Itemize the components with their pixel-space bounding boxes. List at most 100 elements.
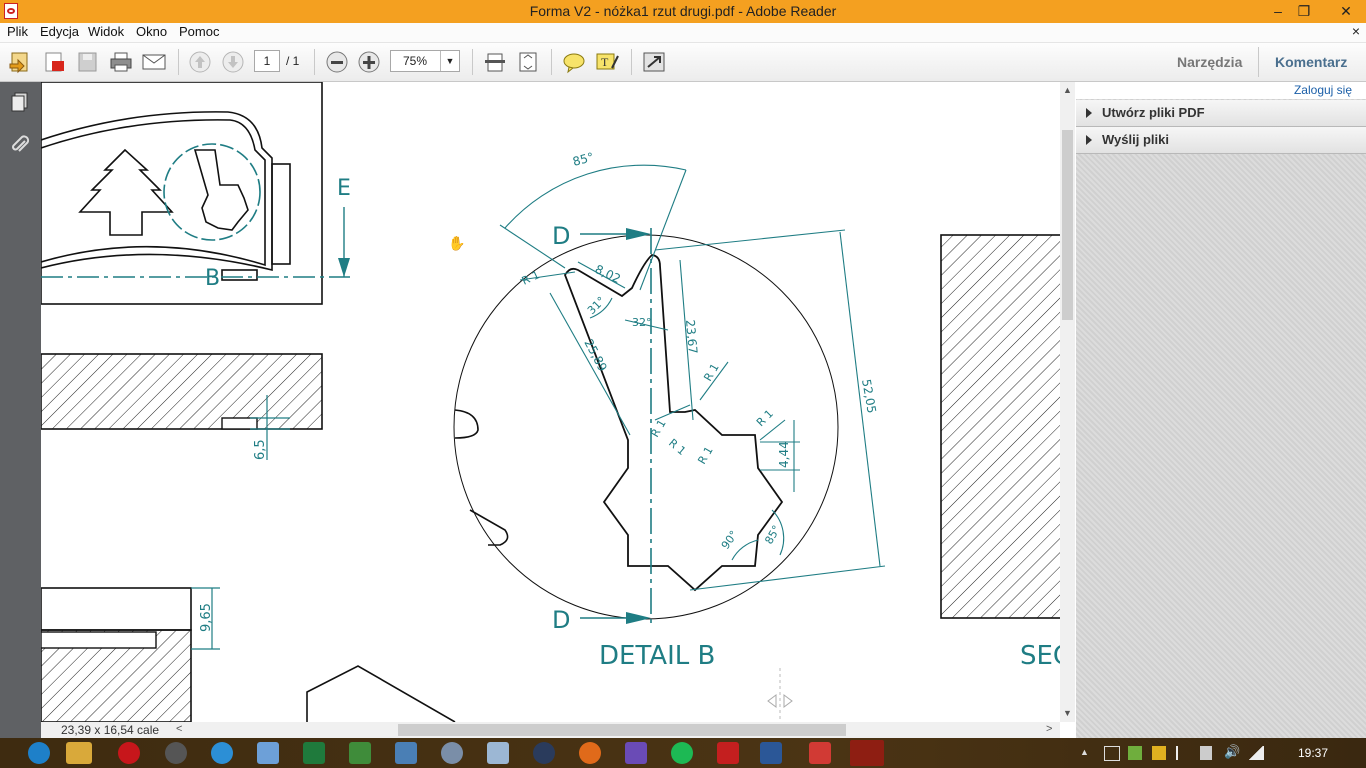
left-navigation-pane xyxy=(0,82,41,738)
panel-item-label: Utwórz pliki PDF xyxy=(1102,105,1205,120)
toolbar-separator xyxy=(1258,47,1259,77)
page-thumbnails-icon[interactable] xyxy=(9,91,31,113)
full-screen-icon[interactable] xyxy=(641,50,667,74)
scroll-up-icon[interactable]: ▲ xyxy=(1063,85,1072,95)
zoom-out-icon[interactable] xyxy=(324,50,350,74)
toolbar-separator xyxy=(472,49,473,75)
label-d-top: D xyxy=(552,222,570,250)
zoom-in-icon[interactable] xyxy=(356,50,382,74)
flag-tray-icon[interactable] xyxy=(1176,746,1190,760)
spotify-icon[interactable] xyxy=(671,742,693,764)
panel-create-pdf[interactable]: Utwórz pliki PDF xyxy=(1076,100,1366,127)
firefox-icon[interactable] xyxy=(579,742,601,764)
horizontal-scrollbar[interactable]: 23,39 x 16,54 cale < > xyxy=(41,722,1060,738)
print-icon[interactable] xyxy=(108,50,134,74)
tree-cutout xyxy=(78,148,174,236)
app-tray-icon[interactable] xyxy=(1152,746,1166,760)
login-link[interactable]: Zaloguj się xyxy=(1294,83,1352,97)
svg-text:T: T xyxy=(601,55,609,69)
opera-icon[interactable] xyxy=(118,742,140,764)
label-b: B xyxy=(205,266,220,291)
battery-tray-icon[interactable] xyxy=(1200,746,1212,760)
right-tools-panel: Zaloguj się Utwórz pliki PDF Wyślij plik… xyxy=(1076,82,1366,738)
internet-explorer-icon[interactable] xyxy=(28,742,50,764)
close-button[interactable]: ✕ xyxy=(1326,0,1366,23)
chevron-down-icon[interactable]: ▼ xyxy=(440,51,459,71)
document-viewer[interactable]: E B 6,5 9,65 D D DETAIL B SE 85° 8,02 R … xyxy=(41,82,1060,722)
adobe-reader-taskbar-icon[interactable] xyxy=(850,740,884,766)
alien-app-icon[interactable] xyxy=(165,742,187,764)
excel-icon[interactable] xyxy=(303,742,325,764)
chrome-icon[interactable] xyxy=(211,742,233,764)
tray-expand-icon[interactable]: ▲ xyxy=(1080,747,1089,757)
create-pdf-icon[interactable] xyxy=(42,50,68,74)
dim-52-05: 52,05 xyxy=(859,378,879,414)
previous-page-icon[interactable] xyxy=(187,50,213,74)
highlight-text-icon[interactable]: T xyxy=(594,50,620,74)
fit-width-icon[interactable] xyxy=(482,50,508,74)
title-bar: Forma V2 - nóżka1 rzut drugi.pdf - Adobe… xyxy=(0,0,1366,23)
taskbar-clock[interactable]: 19:37 xyxy=(1298,746,1328,760)
tools-tab[interactable]: Narzędzia xyxy=(1177,54,1242,70)
menu-edycja[interactable]: Edycja xyxy=(40,24,79,39)
h-app-icon[interactable] xyxy=(717,742,739,764)
menu-pomoc[interactable]: Pomoc xyxy=(179,24,219,39)
arrow-d-top xyxy=(626,228,651,240)
arrow-e-head xyxy=(338,258,350,277)
network-tray-icon[interactable] xyxy=(1248,746,1264,760)
game-app-icon[interactable] xyxy=(625,742,647,764)
horizontal-scroll-thumb[interactable] xyxy=(398,724,846,736)
angle-85-bottom: 85° xyxy=(762,523,783,546)
radius-r1-d: R 1 xyxy=(666,436,688,458)
save-icon[interactable] xyxy=(75,50,101,74)
dim-23-67: 23,67 xyxy=(683,319,700,354)
open-file-icon[interactable] xyxy=(8,50,34,74)
vertical-scrollbar[interactable]: ▲ ▼ xyxy=(1060,82,1075,722)
scroll-right-icon[interactable]: > xyxy=(1046,723,1052,735)
settings-app-icon[interactable] xyxy=(441,742,463,764)
radius-r1-f: R 1 xyxy=(754,407,776,429)
attachments-icon[interactable] xyxy=(9,134,31,156)
page-number-input[interactable]: 1 xyxy=(254,50,280,72)
email-icon[interactable] xyxy=(141,50,167,74)
document-close-button[interactable]: × xyxy=(1352,23,1360,39)
panel-send-files[interactable]: Wyślij pliki xyxy=(1076,127,1366,154)
security-tray-icon[interactable] xyxy=(1128,746,1142,760)
label-e: E xyxy=(337,176,351,201)
restore-button[interactable]: ❐ xyxy=(1289,0,1319,23)
spreadsheet-icon[interactable] xyxy=(349,742,371,764)
login-strip: Zaloguj się xyxy=(1076,82,1366,99)
toolbar-separator xyxy=(314,49,315,75)
vertical-scroll-thumb[interactable] xyxy=(1062,130,1073,320)
slot-section xyxy=(221,417,258,430)
sticky-note-icon[interactable] xyxy=(561,50,587,74)
zoom-select[interactable]: 75% ▼ xyxy=(390,50,460,72)
media-app-icon[interactable] xyxy=(533,742,555,764)
expand-triangle-icon xyxy=(1086,108,1092,118)
cutout-left xyxy=(454,409,479,439)
window-title: Forma V2 - nóżka1 rzut drugi.pdf - Adobe… xyxy=(529,3,837,19)
next-page-icon[interactable] xyxy=(220,50,246,74)
comment-tab[interactable]: Komentarz xyxy=(1275,54,1347,70)
part-tab xyxy=(271,163,291,265)
hatched-section-right xyxy=(940,234,1060,619)
mail-icon[interactable] xyxy=(809,742,831,764)
toolbar-separator xyxy=(178,49,179,75)
calculator-icon[interactable] xyxy=(487,742,509,764)
slot xyxy=(221,269,258,281)
fit-page-icon[interactable] xyxy=(515,50,541,74)
menu-widok[interactable]: Widok xyxy=(88,24,124,39)
menu-plik[interactable]: Plik xyxy=(7,24,28,39)
file-explorer-icon[interactable] xyxy=(66,742,92,764)
keyboard-tray-icon[interactable] xyxy=(1104,746,1120,761)
arrow-d-bottom xyxy=(626,612,651,624)
volume-tray-icon[interactable]: 🔊 xyxy=(1224,744,1240,760)
part-outline xyxy=(41,119,266,267)
menu-okno[interactable]: Okno xyxy=(136,24,167,39)
scroll-down-icon[interactable]: ▼ xyxy=(1063,708,1072,718)
leg-cutout xyxy=(193,149,249,231)
paint-icon[interactable] xyxy=(395,742,417,764)
notes-icon[interactable] xyxy=(257,742,279,764)
word-icon[interactable] xyxy=(760,742,782,764)
scroll-left-icon[interactable]: < xyxy=(176,723,182,735)
